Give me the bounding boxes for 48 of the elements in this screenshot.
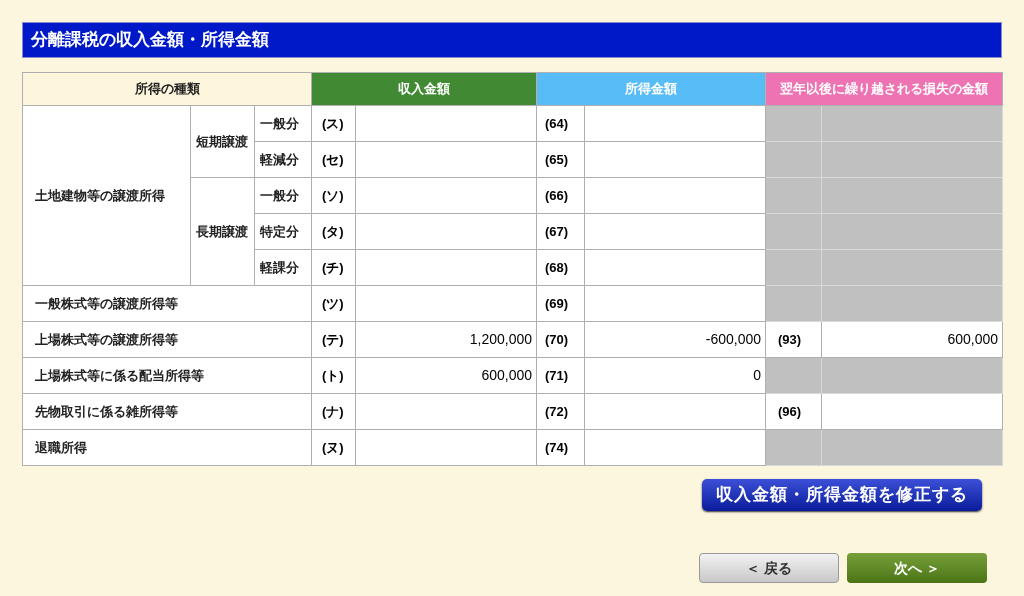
- code-label: (ス): [311, 105, 356, 142]
- code-label: (ツ): [311, 285, 356, 322]
- column-header: 翌年以後に繰り越される損失の金額: [765, 72, 1003, 106]
- code-label: (セ): [311, 141, 356, 178]
- next-button[interactable]: 次へ ＞: [847, 553, 987, 583]
- amount-cell: 600,000: [821, 321, 1003, 358]
- code-label: (72): [536, 393, 585, 430]
- code-label: (66): [536, 177, 585, 214]
- back-button[interactable]: ＜ 戻る: [699, 553, 839, 583]
- income-type-cell: 一般分: [254, 177, 312, 214]
- amount-cell: -600,000: [584, 321, 766, 358]
- income-type-cell: 短期譲渡: [190, 105, 255, 178]
- code-label: (71): [536, 357, 585, 394]
- income-type-cell: 特定分: [254, 213, 312, 250]
- income-type-cell: 一般分: [254, 105, 312, 142]
- amount-cell: 0: [584, 357, 766, 394]
- code-label: (ソ): [311, 177, 356, 214]
- code-label: (ヌ): [311, 429, 356, 466]
- column-header: 所得の種類: [22, 72, 312, 106]
- code-label: (93): [765, 321, 822, 358]
- code-label: (テ): [311, 321, 356, 358]
- code-label: (67): [536, 213, 585, 250]
- column-header: 所得金額: [536, 72, 766, 106]
- code-label: (ト): [311, 357, 356, 394]
- section-title: 分離課税の収入金額・所得金額: [22, 22, 1002, 58]
- amount-cell: 1,200,000: [355, 321, 537, 358]
- amount-cell: 600,000: [355, 357, 537, 394]
- code-label: (65): [536, 141, 585, 178]
- code-label: (ナ): [311, 393, 356, 430]
- code-label: (69): [536, 285, 585, 322]
- income-type-cell: 土地建物等の譲渡所得: [22, 105, 191, 286]
- code-label: (74): [536, 429, 585, 466]
- income-type-cell: 上場株式等の譲渡所得等: [22, 321, 312, 358]
- code-label: (タ): [311, 213, 356, 250]
- code-label: (96): [765, 393, 822, 430]
- code-label: (チ): [311, 249, 356, 286]
- income-type-cell: 先物取引に係る雑所得等: [22, 393, 312, 430]
- code-label: (70): [536, 321, 585, 358]
- code-label: (68): [536, 249, 585, 286]
- income-type-cell: 退職所得: [22, 429, 312, 466]
- income-type-cell: 軽減分: [254, 141, 312, 178]
- edit-amounts-button[interactable]: 収入金額・所得金額を修正する: [702, 479, 982, 511]
- income-type-cell: 軽課分: [254, 249, 312, 286]
- column-header: 収入金額: [311, 72, 537, 106]
- income-type-cell: 一般株式等の譲渡所得等: [22, 285, 312, 322]
- income-type-cell: 上場株式等に係る配当所得等: [22, 357, 312, 394]
- code-label: (64): [536, 105, 585, 142]
- income-type-cell: 長期譲渡: [190, 177, 255, 286]
